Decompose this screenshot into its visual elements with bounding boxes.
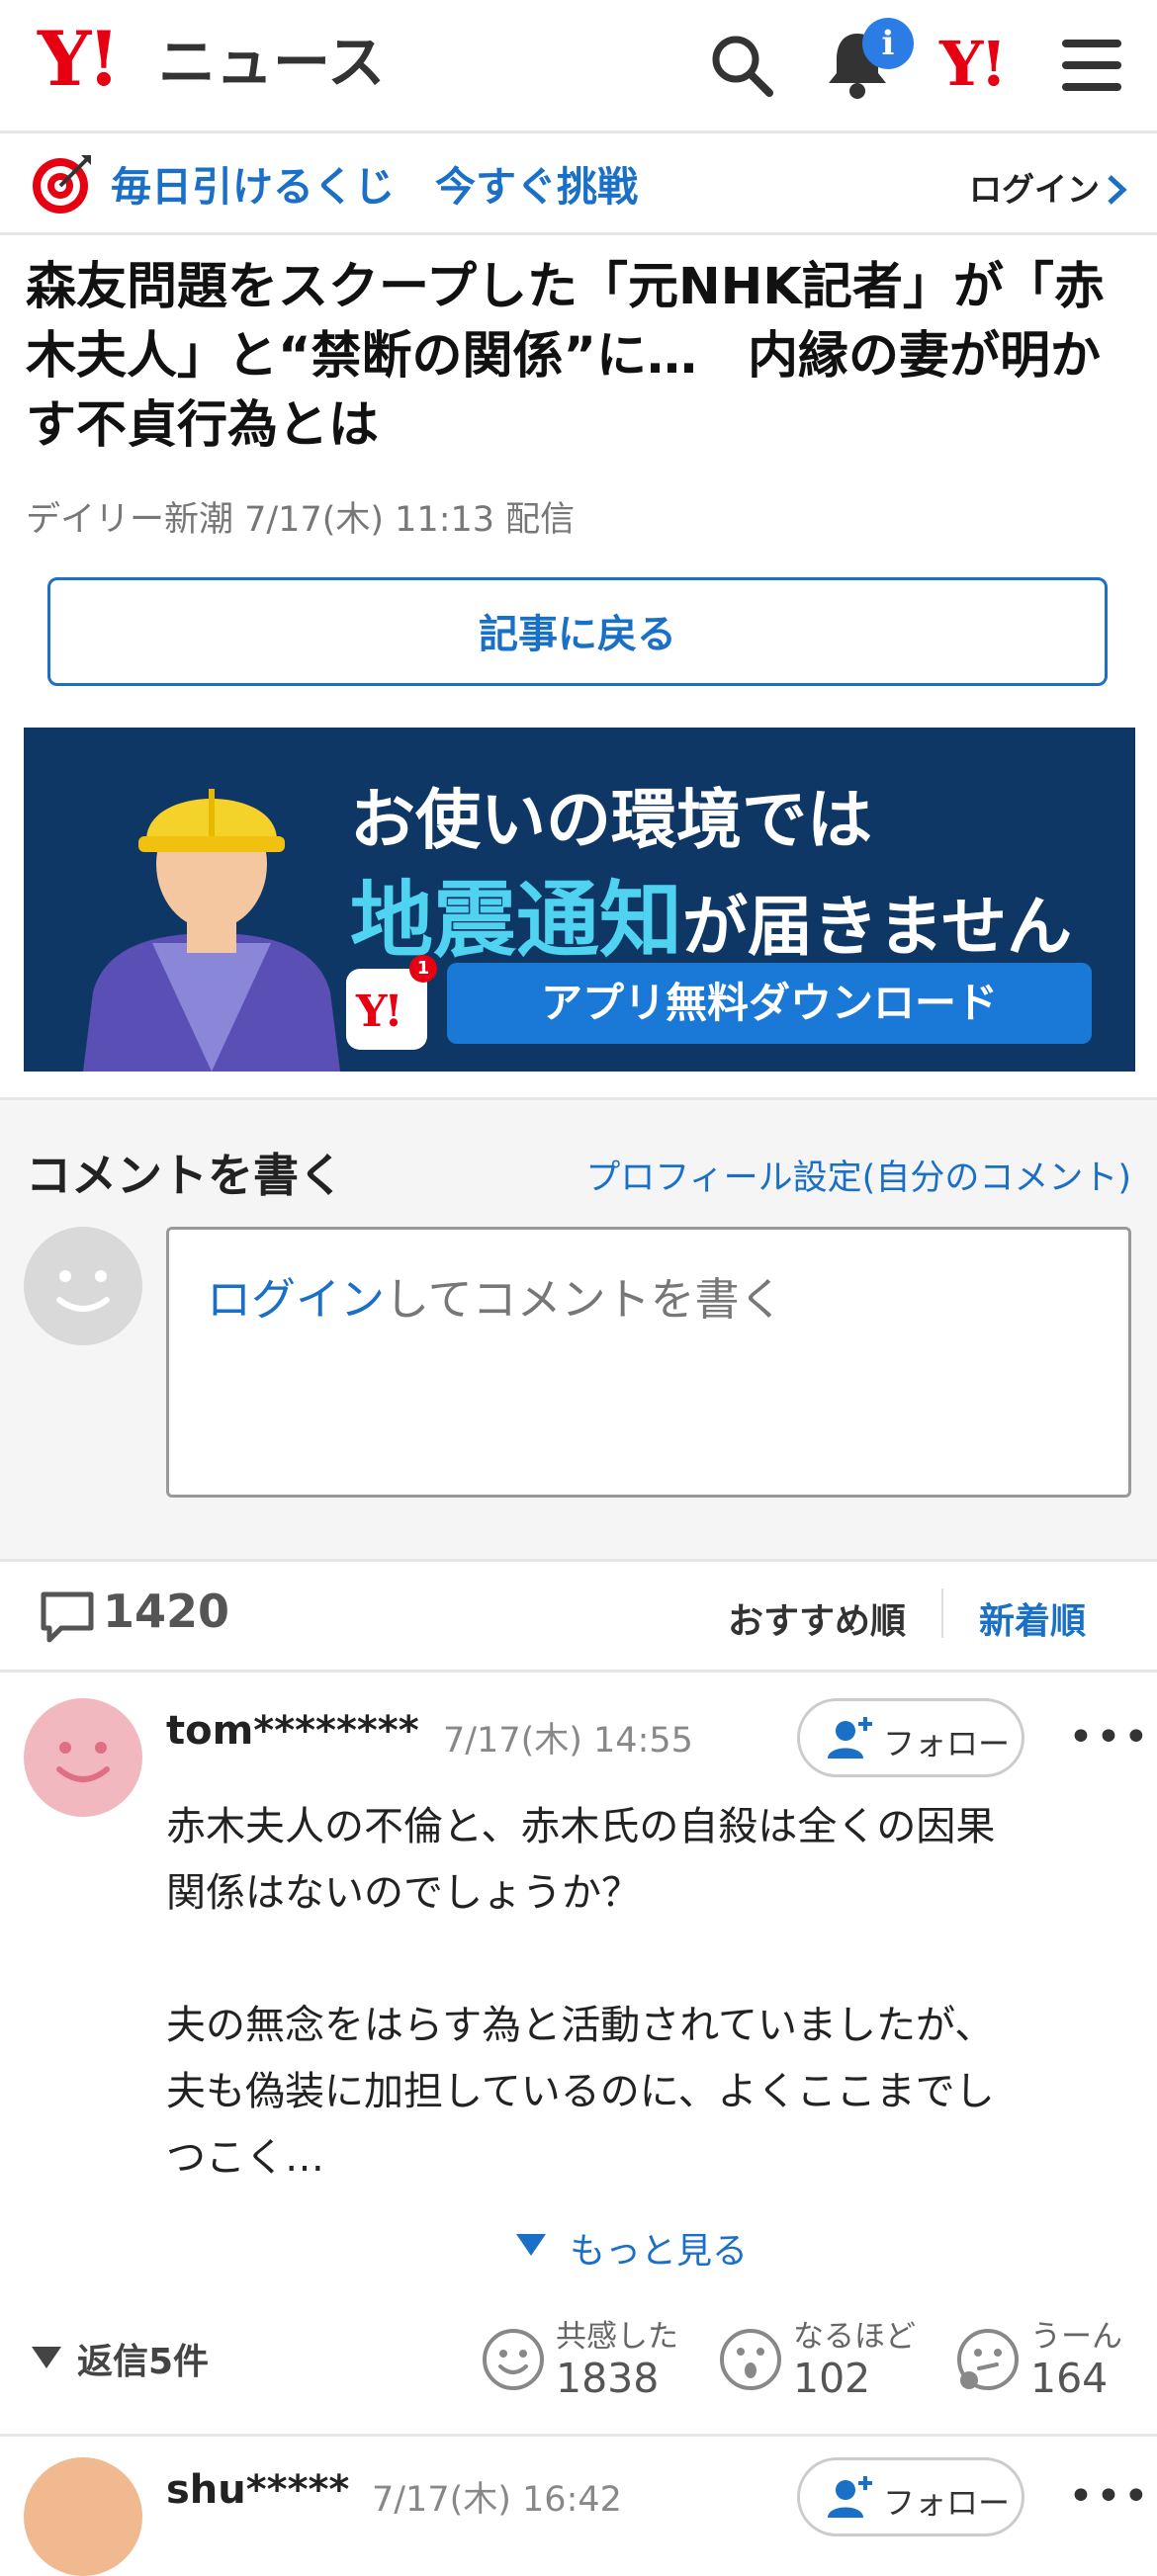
comment-body: 赤木夫人の不倫と、赤木氏の自殺は全くの因果 関係はないのでしょうか？ 夫の無念を… [166,1804,996,2181]
follow-label: フォロー [883,1725,1011,1762]
follow-user-icon [828,1717,872,1759]
chevron-right-icon [1108,175,1127,205]
show-more-link[interactable]: もっと見る [570,2222,748,2274]
more-dots-icon[interactable]: ••• [1068,2471,1151,2522]
yahoo-app-icon: Y! [346,969,427,1050]
profile-settings-link[interactable]: プロフィール設定(自分のコメント) [585,1150,1131,1200]
app-logo: Y! [356,987,403,1037]
follow-label: フォロー [883,2484,1011,2522]
triangle-down-icon [32,2347,61,2368]
article-meta: デイリー新潮 7/17(木) 11:13 配信 [26,500,576,540]
app-download-banner[interactable]: お使いの環境では 地震通知が届きません Y! 1 アプリ無料ダウンロード [24,728,1135,1072]
avatar[interactable] [24,1698,142,1817]
lottery-text[interactable]: 毎日引けるくじ 今すぐ挑戦 [111,153,638,213]
banner-line1: お使いの環境では [350,782,872,858]
surprise-reaction-icon[interactable] [718,2327,783,2392]
comment-date: 7/17(木) 16:42 [372,2480,622,2520]
sort-newest[interactable]: 新着順 [979,1592,1086,1644]
follow-button[interactable]: フォロー [797,1698,1024,1777]
comment-input-placeholder[interactable]: ログインしてコメントを書く [207,1263,784,1328]
news-logo-text[interactable]: ニュース [158,34,385,91]
app-download-button[interactable]: アプリ無料ダウンロード [447,963,1092,1044]
comment-write-title: コメントを書く [26,1149,344,1202]
comment-user-name[interactable]: tom******** [166,1708,419,1754]
triangle-down-icon [516,2234,546,2256]
avatar [24,1227,142,1345]
comment-count: 1420 [103,1585,230,1638]
smile-reaction-icon[interactable] [481,2327,546,2392]
banner-highlight: 地震通知 [350,872,683,969]
reaction-label: なるほど [793,2319,916,2355]
notification-badge: i [862,18,914,69]
default-face-icon [56,1270,110,1312]
sort-divider [941,1589,943,1638]
reaction-count: 102 [793,2355,871,2402]
menu-icon[interactable] [1060,36,1123,95]
follow-button[interactable]: フォロー [797,2457,1024,2536]
user-face-icon [56,1742,110,1782]
search-icon[interactable] [708,32,775,99]
sort-recommended[interactable]: おすすめ順 [728,1592,906,1644]
hmm-reaction-icon[interactable] [955,2327,1021,2392]
follow-user-icon [828,2476,872,2518]
comment-placeholder-rest: してコメントを書く [385,1273,784,1326]
comment-icon [41,1591,94,1643]
app-badge: 1 [409,955,437,983]
banner-line2: 地震通知が届きません [350,854,1072,974]
yahoo-logo[interactable]: Y! [38,22,121,97]
banner-line2-rest: が届きません [682,889,1073,965]
reaction-label: うーん [1030,2319,1122,2355]
comment-divider [0,2434,1157,2437]
article-title: 森友問題をスクープした「元NHK記者」が「赤木夫人」と“禁断の関係”に… 内縁の… [26,258,1105,455]
replies-toggle[interactable]: 返信5件 [77,2333,209,2384]
back-to-article-button[interactable]: 記事に戻る [47,577,1108,686]
login-link[interactable]: ログイン [969,163,1100,211]
worker-illustration [83,789,340,1072]
lottery-bar[interactable]: 毎日引けるくじ 今すぐ挑戦 ログイン [0,133,1157,235]
target-icon [33,155,91,214]
comment-write-section: コメントを書く プロフィール設定(自分のコメント) ログインしてコメントを書く [0,1097,1157,1562]
reaction-count: 164 [1030,2355,1109,2402]
header: Y! ニュース i Y! [0,0,1157,133]
comment-count-bar: 1420 おすすめ順 新着順 [0,1559,1157,1673]
comment-login-link[interactable]: ログイン [207,1273,385,1326]
comment-input-box[interactable]: ログインしてコメントを書く [166,1227,1131,1498]
yahoo-account-icon[interactable]: Y! [939,34,1008,95]
comment-user-name[interactable]: shu***** [166,2467,349,2513]
avatar[interactable] [24,2457,142,2576]
reaction-label: 共感した [556,2319,678,2355]
reaction-count: 1838 [556,2355,660,2402]
comment-date: 7/17(木) 14:55 [443,1721,693,1760]
more-dots-icon[interactable]: ••• [1068,1712,1151,1762]
